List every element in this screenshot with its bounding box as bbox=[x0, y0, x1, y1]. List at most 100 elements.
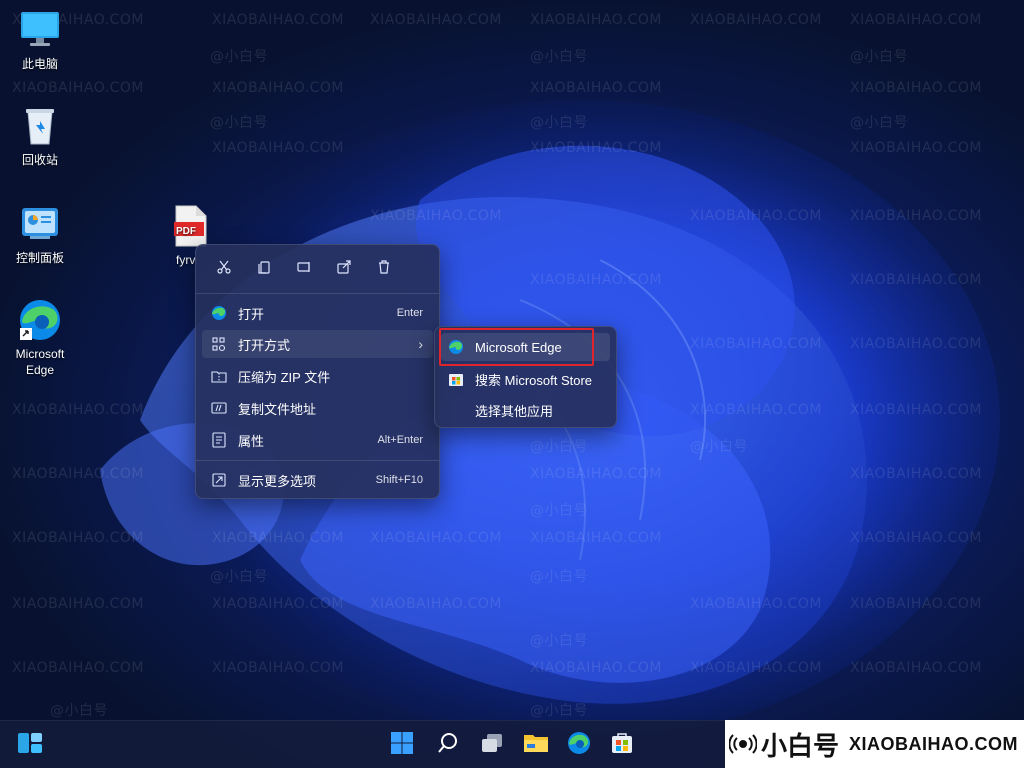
copy-icon bbox=[256, 259, 272, 280]
watermark-site: XIAOBAIHAO.COM bbox=[850, 12, 983, 28]
menu-item-copy-path[interactable]: 复制文件地址 bbox=[202, 394, 433, 422]
properties-icon bbox=[210, 431, 228, 449]
menu-item-label: 打开方式 bbox=[238, 337, 291, 353]
watermark-handle: @小白号 bbox=[50, 703, 108, 719]
watermark-site: XIAOBAIHAO.COM bbox=[12, 596, 145, 612]
context-toolbar bbox=[204, 255, 404, 283]
watermark-site: XIAOBAIHAO.COM bbox=[690, 596, 823, 612]
delete-button[interactable] bbox=[364, 255, 404, 283]
widgets-button[interactable] bbox=[16, 731, 44, 759]
watermark-site: XIAOBAIHAO.COM bbox=[850, 336, 983, 352]
rename-icon bbox=[296, 259, 312, 280]
watermark-site: XIAOBAIHAO.COM bbox=[850, 530, 983, 546]
watermark-site: XIAOBAIHAO.COM bbox=[690, 208, 823, 224]
highlight-annotation-box bbox=[439, 328, 594, 366]
menu-item-shortcut: Shift+F10 bbox=[375, 474, 423, 486]
search-button[interactable] bbox=[434, 731, 462, 759]
watermark-site: XIAOBAIHAO.COM bbox=[212, 596, 345, 612]
watermark-site: XIAOBAIHAO.COM bbox=[12, 80, 145, 96]
watermark-site: XIAOBAIHAO.COM bbox=[850, 660, 983, 676]
brand-name: 小白号 bbox=[761, 731, 840, 762]
watermark-site: XIAOBAIHAO.COM bbox=[212, 530, 345, 546]
desktop-icon-recycle-bin[interactable]: 回收站 bbox=[8, 104, 72, 168]
watermark-handle: @小白号 bbox=[210, 569, 268, 585]
watermark-site: XIAOBAIHAO.COM bbox=[370, 208, 503, 224]
submenu-item-search-store[interactable]: 搜索 Microsoft Store bbox=[441, 365, 610, 393]
edge-icon bbox=[18, 298, 62, 342]
more-options-icon bbox=[210, 471, 228, 489]
brand-site: XIAOBAIHAO.COM bbox=[849, 733, 1019, 754]
pdf-file-icon: PDF bbox=[172, 204, 208, 248]
watermark-site: XIAOBAIHAO.COM bbox=[850, 80, 983, 96]
cut-icon bbox=[216, 259, 232, 280]
watermark-site: XIAOBAIHAO.COM bbox=[690, 402, 823, 418]
task-view-icon bbox=[480, 732, 504, 759]
zip-folder-icon bbox=[210, 367, 228, 385]
watermark-site: XIAOBAIHAO.COM bbox=[530, 466, 663, 482]
open-with-icon bbox=[210, 335, 228, 353]
watermark-site: XIAOBAIHAO.COM bbox=[212, 80, 345, 96]
watermark-site: XIAOBAIHAO.COM bbox=[212, 140, 345, 156]
menu-item-open[interactable]: 打开 Enter bbox=[202, 299, 433, 327]
watermark-handle: @小白号 bbox=[530, 49, 588, 65]
edge-icon bbox=[567, 731, 591, 760]
share-icon bbox=[336, 259, 352, 280]
desktop-icon-this-pc[interactable]: 此电脑 bbox=[8, 8, 72, 72]
watermark-site: XIAOBAIHAO.COM bbox=[12, 660, 145, 676]
rename-button[interactable] bbox=[284, 255, 324, 283]
menu-item-shortcut: Alt+Enter bbox=[377, 434, 423, 446]
task-view-button[interactable] bbox=[478, 731, 506, 759]
watermark-handle: @小白号 bbox=[210, 115, 268, 131]
watermark-handle: @小白号 bbox=[850, 49, 908, 65]
watermark-site: XIAOBAIHAO.COM bbox=[530, 12, 663, 28]
cut-button[interactable] bbox=[204, 255, 244, 283]
watermark-handle: @小白号 bbox=[530, 439, 588, 455]
edge-icon bbox=[210, 304, 228, 322]
share-button[interactable] bbox=[324, 255, 364, 283]
file-explorer-icon bbox=[523, 732, 549, 759]
desktop-icon-edge[interactable]: Microsoft Edge bbox=[8, 298, 72, 378]
edge-taskbar-button[interactable] bbox=[565, 731, 593, 759]
menu-item-compress-zip[interactable]: 压缩为 ZIP 文件 bbox=[202, 362, 433, 390]
start-icon bbox=[390, 731, 414, 760]
broadcast-icon bbox=[728, 732, 758, 761]
desktop-icon-label: 此电脑 bbox=[21, 57, 58, 71]
desktop-icon-control-panel[interactable]: 控制面板 bbox=[8, 202, 72, 266]
watermark-site: XIAOBAIHAO.COM bbox=[12, 466, 145, 482]
monitor-icon bbox=[18, 8, 62, 52]
submenu-item-label: 搜索 Microsoft Store bbox=[475, 372, 593, 388]
watermark-handle: @小白号 bbox=[530, 569, 588, 585]
watermark-site: XIAOBAIHAO.COM bbox=[12, 530, 145, 546]
watermark-site: XIAOBAIHAO.COM bbox=[530, 272, 663, 288]
watermark-site: XIAOBAIHAO.COM bbox=[530, 140, 663, 156]
watermark-site: XIAOBAIHAO.COM bbox=[370, 12, 503, 28]
submenu-item-choose-other-app[interactable]: 选择其他应用 bbox=[441, 396, 610, 424]
store-icon bbox=[610, 731, 634, 760]
menu-item-label: 属性 bbox=[238, 433, 265, 449]
store-icon bbox=[447, 370, 465, 388]
menu-item-label: 复制文件地址 bbox=[238, 401, 317, 417]
store-taskbar-button[interactable] bbox=[608, 731, 636, 759]
copy-button[interactable] bbox=[244, 255, 284, 283]
watermark-handle: @小白号 bbox=[530, 633, 588, 649]
widgets-icon bbox=[17, 731, 43, 760]
menu-item-shortcut: Enter bbox=[396, 307, 423, 319]
watermark-site: XIAOBAIHAO.COM bbox=[370, 596, 503, 612]
watermark-site: XIAOBAIHAO.COM bbox=[212, 660, 345, 676]
menu-item-show-more-options[interactable]: 显示更多选项 Shift+F10 bbox=[202, 466, 433, 494]
watermark-site: XIAOBAIHAO.COM bbox=[530, 80, 663, 96]
file-explorer-button[interactable] bbox=[522, 731, 550, 759]
menu-item-open-with[interactable]: 打开方式 › bbox=[202, 330, 433, 358]
watermark-site: XIAOBAIHAO.COM bbox=[690, 660, 823, 676]
watermark-site: XIAOBAIHAO.COM bbox=[690, 12, 823, 28]
watermark-site: XIAOBAIHAO.COM bbox=[850, 466, 983, 482]
menu-item-label: 压缩为 ZIP 文件 bbox=[238, 369, 331, 385]
menu-item-label: 显示更多选项 bbox=[238, 473, 317, 489]
start-button[interactable] bbox=[388, 731, 416, 759]
watermark-handle: @小白号 bbox=[530, 703, 588, 719]
search-icon bbox=[437, 732, 459, 759]
menu-item-properties[interactable]: 属性 Alt+Enter bbox=[202, 426, 433, 454]
submenu-item-label: 选择其他应用 bbox=[475, 403, 554, 419]
brand-watermark: 小白号 XIAOBAIHAO.COM bbox=[725, 720, 1024, 768]
recycle-bin-icon bbox=[18, 104, 62, 148]
